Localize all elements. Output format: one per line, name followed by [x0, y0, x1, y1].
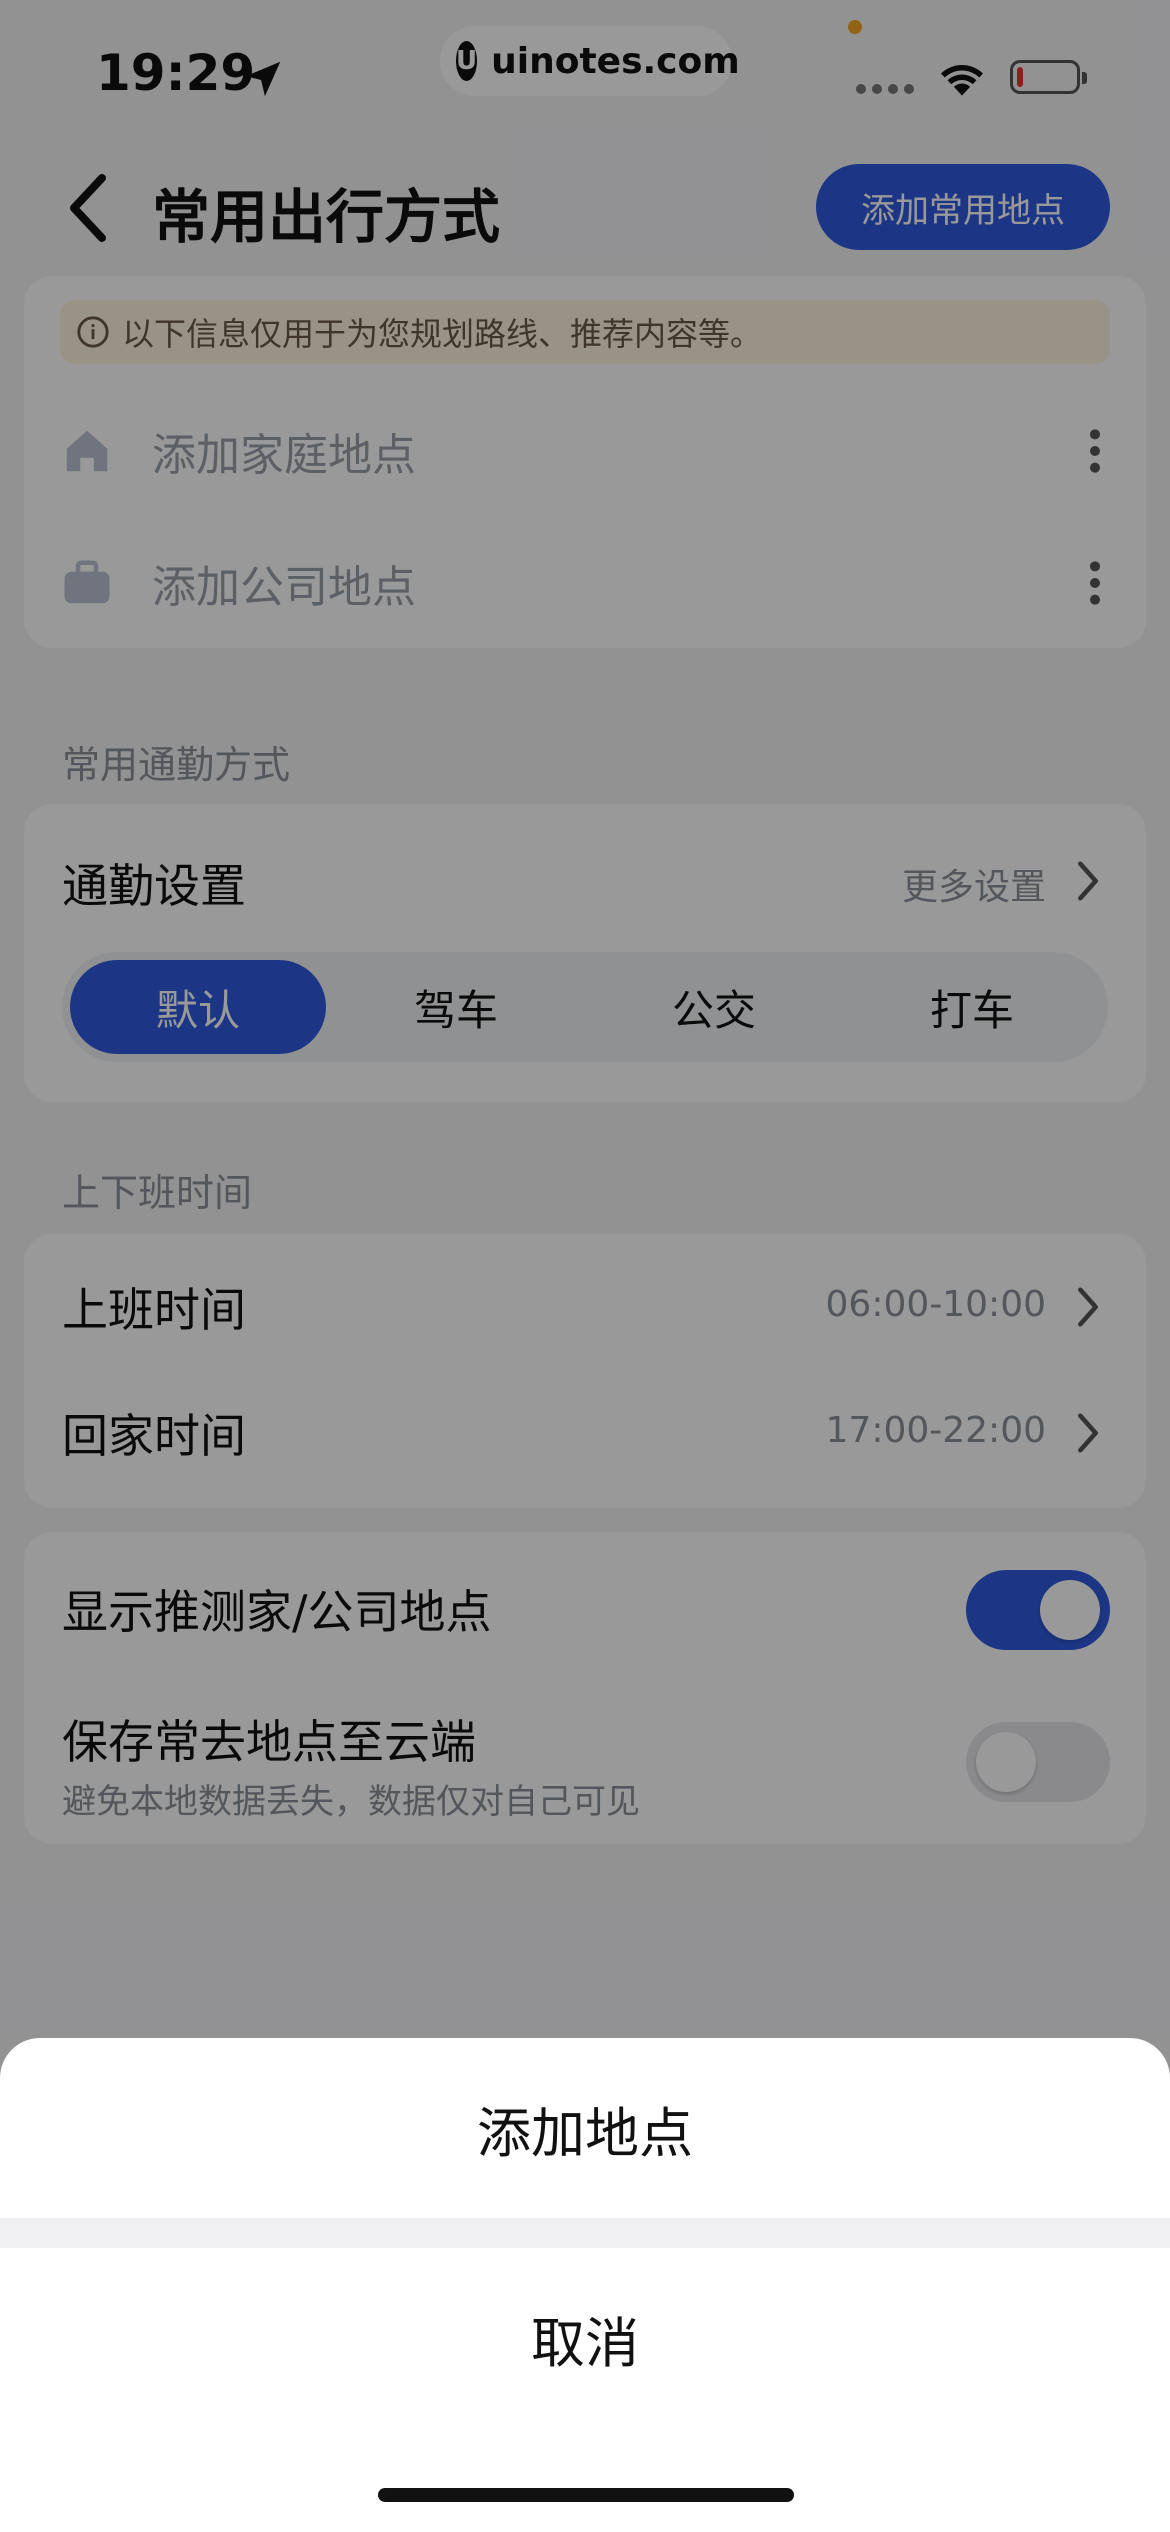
- home-indicator[interactable]: [378, 2488, 794, 2502]
- sheet-divider: [0, 2218, 1170, 2248]
- screen: 19:29 U uinotes.com 常用出行方式 添加常用地点 以下信息仅用…: [0, 0, 1170, 2532]
- add-place-option[interactable]: 添加地点: [0, 2038, 1170, 2218]
- action-sheet: 添加地点 取消: [0, 2038, 1170, 2532]
- cancel-button[interactable]: 取消: [0, 2248, 1170, 2428]
